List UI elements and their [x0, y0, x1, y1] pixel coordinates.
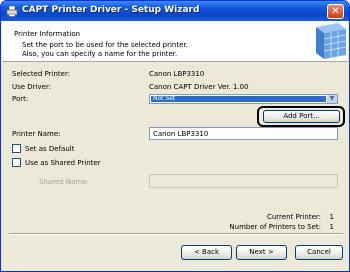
use-shared-label: Use as Shared Printer	[25, 159, 101, 167]
selected-printer-value: Canon LBP3310	[149, 70, 205, 78]
footer-separator	[9, 233, 343, 235]
printer-name-label: Printer Name:	[12, 130, 61, 138]
next-label: Next >	[249, 248, 274, 256]
header-description-line: Also, you can specify a name for the pri…	[22, 50, 178, 58]
set-default-checkbox[interactable]	[12, 144, 21, 153]
printer-name-value: Canon LBP3310	[153, 130, 209, 138]
title-bar[interactable]: CAPT Printer Driver - Setup Wizard ✕	[1, 1, 349, 21]
close-button[interactable]: ✕	[327, 4, 344, 19]
header-description: Set the port to be used for the selected…	[22, 41, 188, 59]
cancel-label: Cancel	[307, 248, 331, 256]
selected-printer-label: Selected Printer:	[12, 70, 71, 78]
printer-name-input[interactable]: Canon LBP3310	[149, 127, 338, 140]
shared-name-input[interactable]	[149, 174, 338, 188]
back-label: < Back	[193, 248, 220, 256]
shared-name-label: Shared Name:	[39, 178, 89, 186]
current-printer-value: 1	[329, 213, 334, 221]
cancel-button[interactable]: Cancel	[295, 245, 343, 260]
wizard-header: Printer Information Set the port to be u…	[2, 21, 348, 62]
app-printer-icon	[6, 5, 18, 17]
next-button[interactable]: Next >	[236, 245, 287, 260]
close-icon: ✕	[331, 6, 340, 17]
port-label: Port:	[12, 95, 29, 103]
chevron-down-icon[interactable]: ▼	[327, 95, 337, 103]
header-title: Printer Information	[14, 30, 81, 38]
current-printer-label: Current Printer:	[266, 213, 321, 221]
header-description-line: Set the port to be used for the selected…	[22, 41, 188, 49]
printers-to-set-label: Number of Printers to Set:	[229, 223, 321, 231]
port-selected-value: Not Set	[151, 96, 326, 102]
printers-to-set-value: 1	[329, 223, 334, 231]
back-button[interactable]: < Back	[181, 245, 232, 260]
use-driver-value: Canon CAPT Driver Ver. 1.00	[149, 83, 249, 91]
port-dropdown[interactable]: Not Set ▼	[149, 94, 338, 104]
setup-wizard-window: CAPT Printer Driver - Setup Wizard ✕ Pri…	[0, 0, 350, 272]
window-title: CAPT Printer Driver - Setup Wizard	[22, 5, 200, 15]
printer-graphic-icon	[316, 23, 347, 59]
use-shared-checkbox[interactable]	[12, 158, 21, 167]
set-default-label: Set as Default	[25, 145, 75, 153]
callout-highlight	[257, 106, 345, 127]
use-driver-label: Use Driver:	[12, 83, 52, 91]
